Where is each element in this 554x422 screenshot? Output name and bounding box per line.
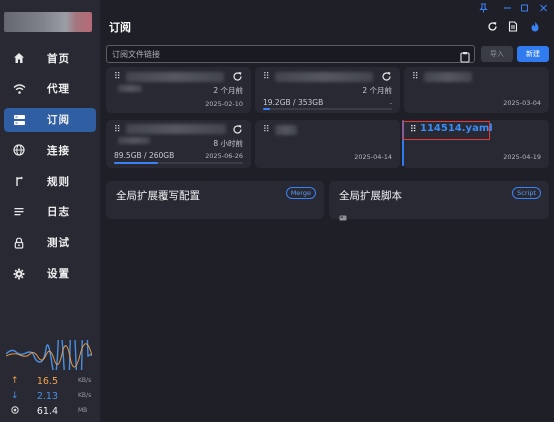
- maximize-icon[interactable]: [517, 3, 531, 16]
- script-title: 全局扩展脚本: [339, 190, 402, 202]
- upload-speed: ↑ 16.5 KB/s: [6, 376, 94, 390]
- new-button[interactable]: 新建: [517, 46, 549, 62]
- global-script-card[interactable]: 全局扩展脚本 Script: [329, 181, 549, 221]
- refresh-icon[interactable]: [232, 71, 243, 82]
- upload-arrow-icon: ↑: [11, 376, 19, 386]
- traffic-usage: 19.2GB / 353GB: [263, 98, 324, 107]
- import-button[interactable]: 导入: [481, 46, 513, 62]
- updated-time: 2 个月前: [213, 86, 243, 95]
- profile-card[interactable]: ⠿ 2025-04-14: [255, 120, 400, 168]
- home-icon: [12, 51, 26, 65]
- memory-unit: MB: [78, 407, 88, 414]
- sidebar-item-proxy[interactable]: 代理: [4, 77, 96, 101]
- title-bar: 订阅: [100, 0, 554, 40]
- minimize-icon[interactable]: [500, 3, 514, 16]
- document-icon[interactable]: [506, 19, 520, 33]
- merge-badge: Merge: [285, 187, 316, 199]
- sidebar-item-label: 代理: [47, 83, 70, 96]
- redacted-name: [424, 72, 472, 82]
- updated-time: 2 个月前: [362, 86, 392, 95]
- profile-date: 2025-04-14: [354, 153, 392, 161]
- refresh-icon[interactable]: [381, 71, 392, 82]
- updated-time: 8 小时前: [213, 139, 243, 148]
- profile-date: 2025-03-04: [503, 99, 541, 107]
- flame-icon[interactable]: [528, 19, 542, 33]
- redacted-info: [118, 85, 142, 92]
- redacted-info: [118, 137, 150, 144]
- download-speed: ↓ 2.13 KB/s: [6, 391, 94, 405]
- sidebar-item-logs[interactable]: 日志: [4, 200, 96, 224]
- gear-icon: [12, 267, 26, 281]
- traffic-graph: [6, 340, 94, 370]
- drag-handle-icon[interactable]: ⠿: [263, 72, 270, 82]
- upload-unit: KB/s: [78, 377, 92, 384]
- sidebar-item-label: 订阅: [47, 114, 70, 127]
- usage-progress-bar: [263, 108, 392, 110]
- redacted-name: [126, 124, 226, 134]
- page-title: 订阅: [109, 21, 131, 34]
- download-value: 2.13: [36, 391, 58, 402]
- refresh-icon[interactable]: [232, 124, 243, 135]
- traffic-usage: 89.5GB / 260GB: [114, 151, 175, 160]
- sidebar-item-settings[interactable]: 设置: [4, 262, 96, 286]
- lock-icon: [12, 236, 26, 250]
- sidebar-item-home[interactable]: 首页: [4, 46, 96, 70]
- drag-handle-icon[interactable]: ⠿: [263, 125, 270, 135]
- download-unit: KB/s: [78, 392, 92, 399]
- usage-progress-bar: [114, 162, 243, 164]
- subscription-url-input[interactable]: [106, 45, 475, 63]
- sidebar-item-test[interactable]: 测试: [4, 231, 96, 255]
- drag-handle-icon[interactable]: ⠿: [114, 72, 121, 82]
- close-icon[interactable]: [536, 3, 550, 16]
- profile-card[interactable]: ⠿ 2 个月前 2025-02-10: [106, 67, 251, 113]
- profile-date: 2025-02-10: [205, 100, 243, 108]
- profile-card[interactable]: ⠿ 2 个月前 19.2GB / 353GB -: [255, 67, 400, 113]
- profile-date: 2025-06-26: [205, 152, 243, 160]
- refresh-all-icon[interactable]: [485, 19, 499, 33]
- script-badge: Script: [512, 187, 541, 199]
- wifi-icon: [12, 82, 26, 96]
- subscription-icon: [12, 113, 26, 127]
- globe-icon: [12, 143, 26, 157]
- app-logo: [4, 12, 92, 32]
- sidebar-item-label: 日志: [47, 206, 70, 219]
- script-file-icon: [339, 206, 347, 225]
- memory-usage: 61.4 MB: [6, 406, 94, 420]
- traffic-wave: [6, 340, 92, 370]
- download-arrow-icon: ↓: [11, 391, 19, 401]
- expire-date: -: [389, 99, 392, 107]
- upload-value: 16.5: [36, 376, 58, 387]
- sidebar: 首页 代理 订阅 连接 规则 日志 测试 设置 ↑ 16.5 KB/s ↓ 2.…: [0, 0, 100, 422]
- merge-title: 全局扩展覆写配置: [116, 190, 200, 202]
- profile-date: 2025-04-19: [503, 153, 541, 161]
- sidebar-item-label: 测试: [47, 237, 70, 250]
- sidebar-item-connections[interactable]: 连接: [4, 138, 96, 162]
- clipboard-icon[interactable]: [460, 48, 470, 63]
- highlight-box: [402, 121, 490, 140]
- fork-icon: [12, 174, 26, 188]
- log-icon: [12, 205, 26, 219]
- memory-value: 61.4: [36, 406, 58, 417]
- drag-handle-icon[interactable]: ⠿: [412, 72, 419, 82]
- global-merge-card[interactable]: 全局扩展覆写配置 Merge: [106, 181, 324, 219]
- sidebar-item-subscription[interactable]: 订阅: [4, 107, 96, 132]
- pin-icon[interactable]: [476, 3, 490, 16]
- drag-handle-icon[interactable]: ⠿: [114, 125, 121, 135]
- sidebar-item-label: 设置: [47, 268, 70, 281]
- memory-icon: [11, 406, 19, 417]
- sidebar-item-label: 首页: [47, 52, 70, 65]
- sidebar-item-label: 规则: [47, 175, 70, 188]
- redacted-name: [275, 125, 297, 135]
- sidebar-item-label: 连接: [47, 144, 70, 157]
- sidebar-nav: 首页 代理 订阅 连接 规则 日志 测试 设置: [4, 46, 96, 292]
- profile-card[interactable]: ⠿ 8 小时前 89.5GB / 260GB 2025-06-26: [106, 120, 251, 168]
- profile-card[interactable]: ⠿ 2025-03-04: [404, 67, 549, 113]
- redacted-name: [126, 72, 224, 82]
- sidebar-item-rules[interactable]: 规则: [4, 169, 96, 193]
- redacted-name: [275, 72, 373, 82]
